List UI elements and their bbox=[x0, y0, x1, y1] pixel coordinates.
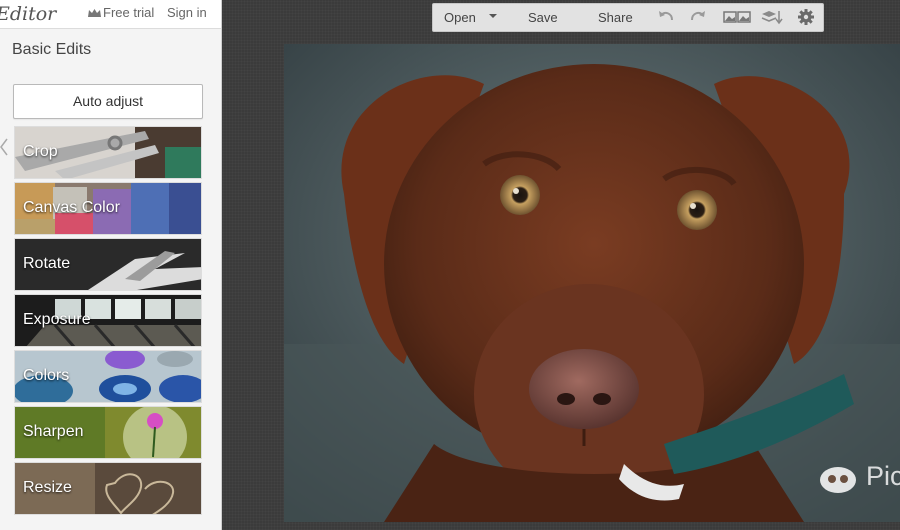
panel-title: Basic Edits bbox=[12, 41, 92, 58]
picmonkey-watermark-text: Pic bbox=[866, 461, 900, 491]
tool-sharpen[interactable]: Sharpen bbox=[14, 406, 202, 459]
tool-exposure[interactable]: Exposure bbox=[14, 294, 202, 347]
settings-gear-icon[interactable] bbox=[797, 8, 815, 26]
compare-images-icon[interactable] bbox=[723, 8, 751, 26]
tool-resize-label: Resize bbox=[23, 479, 72, 496]
free-trial-link[interactable]: Free trial bbox=[88, 5, 154, 20]
tool-sharpen-label: Sharpen bbox=[23, 423, 84, 440]
sign-in-link[interactable]: Sign in bbox=[167, 5, 207, 20]
tool-rotate-label: Rotate bbox=[23, 255, 71, 272]
tool-canvas-color-label: Canvas Color bbox=[23, 199, 120, 216]
tool-resize[interactable]: Resize bbox=[14, 462, 202, 515]
tool-colors-label: Colors bbox=[23, 367, 70, 384]
tool-canvas-color[interactable]: Canvas Color bbox=[14, 182, 202, 235]
free-trial-label: Free trial bbox=[103, 5, 155, 20]
open-dropdown-arrow-icon[interactable] bbox=[487, 10, 499, 22]
share-button[interactable]: Share bbox=[598, 10, 633, 25]
dog-photo bbox=[284, 44, 900, 522]
undo-icon[interactable] bbox=[657, 8, 675, 26]
auto-adjust-button[interactable]: Auto adjust bbox=[13, 84, 203, 119]
left-panel: Editor Free trial Sign in Basic Edits Au… bbox=[0, 0, 222, 530]
crown-icon bbox=[88, 9, 101, 18]
open-button[interactable]: Open bbox=[444, 10, 476, 25]
top-bar: Editor Free trial Sign in bbox=[0, 0, 221, 29]
tool-rotate[interactable]: Rotate bbox=[14, 238, 202, 291]
tool-crop-label: Crop bbox=[23, 143, 58, 160]
photo-canvas[interactable] bbox=[284, 44, 900, 522]
tool-crop[interactable]: Crop bbox=[14, 126, 202, 179]
editor-toolbar: Open Save Share bbox=[432, 3, 824, 32]
redo-icon[interactable] bbox=[689, 8, 707, 26]
app-logo[interactable]: Editor bbox=[0, 3, 56, 25]
layers-icon[interactable] bbox=[761, 8, 783, 26]
collapse-arrow-icon[interactable] bbox=[0, 138, 8, 156]
save-button[interactable]: Save bbox=[528, 10, 558, 25]
tool-exposure-label: Exposure bbox=[23, 311, 91, 328]
tool-colors[interactable]: Colors bbox=[14, 350, 202, 403]
